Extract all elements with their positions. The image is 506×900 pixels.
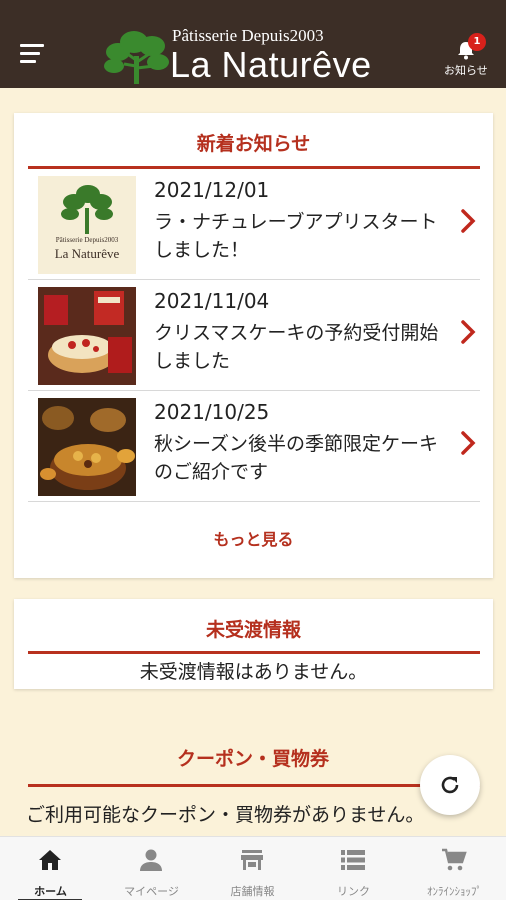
refresh-icon xyxy=(441,776,459,794)
nav-links[interactable]: リンク xyxy=(303,837,404,900)
chevron-right-icon xyxy=(461,209,476,233)
news-card: 新着お知らせ Pâtisserie Depuis2003 La Naturêve… xyxy=(14,113,493,578)
nav-label: ｵﾝﾗｲﾝｼｮｯﾌﾟ xyxy=(427,885,482,898)
coupons-empty-text: ご利用可能なクーポン・買物券がありません。 xyxy=(26,804,425,826)
refresh-button[interactable] xyxy=(420,755,480,815)
notifications-label[interactable]: お知らせ xyxy=(444,62,488,78)
news-item-title: 秋シーズン後半の季節限定ケーキのご紹介です xyxy=(154,433,439,483)
nav-label: 店舗情報 xyxy=(230,885,275,898)
nav-mypage[interactable]: マイページ xyxy=(101,837,202,900)
news-thumbnail-autumn xyxy=(38,398,136,496)
news-title-rule xyxy=(28,166,480,169)
news-item[interactable]: 2021/11/04 クリスマスケーキの予約受付開始しました xyxy=(28,281,480,391)
news-item[interactable]: 2021/10/25 秋シーズン後半の季節限定ケーキのご紹介です xyxy=(28,392,480,502)
app-header: Pâtisserie Depuis2003 La Naturêve 1 お知らせ xyxy=(0,0,506,88)
news-thumbnail-logo: Pâtisserie Depuis2003 La Naturêve xyxy=(38,176,136,274)
home-icon xyxy=(39,850,61,870)
news-item-title: クリスマスケーキの予約受付開始しました xyxy=(154,322,439,372)
list-icon xyxy=(341,850,365,870)
logo-title: La Naturêve xyxy=(170,44,372,85)
chevron-right-icon xyxy=(461,320,476,344)
news-date: 2021/11/04 xyxy=(154,289,270,313)
person-icon xyxy=(140,849,162,871)
thumb-logo-main: La Naturêve xyxy=(54,246,120,261)
news-date: 2021/12/01 xyxy=(154,178,270,202)
tree-logo-icon xyxy=(104,31,169,84)
undelivered-title: 未受渡情報 xyxy=(205,619,301,641)
thumb-logo-sub: Pâtisserie Depuis2003 xyxy=(55,236,119,244)
nav-label: マイページ xyxy=(124,885,179,898)
nav-label: ホーム xyxy=(34,885,67,898)
undelivered-title-rule xyxy=(28,651,480,654)
nav-store-info[interactable]: 店舗情報 xyxy=(202,837,303,900)
nav-label: リンク xyxy=(337,885,370,898)
christmas-cake-image xyxy=(38,287,136,385)
news-date: 2021/10/25 xyxy=(154,400,270,424)
logo-subtitle: Pâtisserie Depuis2003 xyxy=(172,26,324,45)
news-item-title: ラ・ナチュレーブアプリスタートしました！ xyxy=(154,211,438,261)
undelivered-empty-text: 未受渡情報はありません。 xyxy=(139,661,368,683)
store-icon xyxy=(241,850,263,870)
cart-icon xyxy=(442,848,467,871)
news-thumbnail-christmas xyxy=(38,287,136,385)
news-item[interactable]: Pâtisserie Depuis2003 La Naturêve 2021/1… xyxy=(28,170,480,280)
coupons-title-rule xyxy=(28,784,480,787)
autumn-cake-image xyxy=(38,398,136,496)
bottom-nav: ホーム マイページ 店舗情報 リンク ｵﾝﾗｲﾝｼｮｯﾌﾟ xyxy=(0,836,506,900)
notification-badge: 1 xyxy=(468,33,486,51)
nav-home[interactable]: ホーム xyxy=(0,837,101,900)
news-title: 新着お知らせ xyxy=(196,133,311,155)
nav-online-shop[interactable]: ｵﾝﾗｲﾝｼｮｯﾌﾟ xyxy=(404,837,505,900)
undelivered-card: 未受渡情報 未受渡情報はありません。 xyxy=(14,599,493,689)
more-news-link[interactable]: もっと見る xyxy=(14,526,493,550)
chevron-right-icon xyxy=(461,431,476,455)
menu-icon[interactable] xyxy=(20,44,44,64)
